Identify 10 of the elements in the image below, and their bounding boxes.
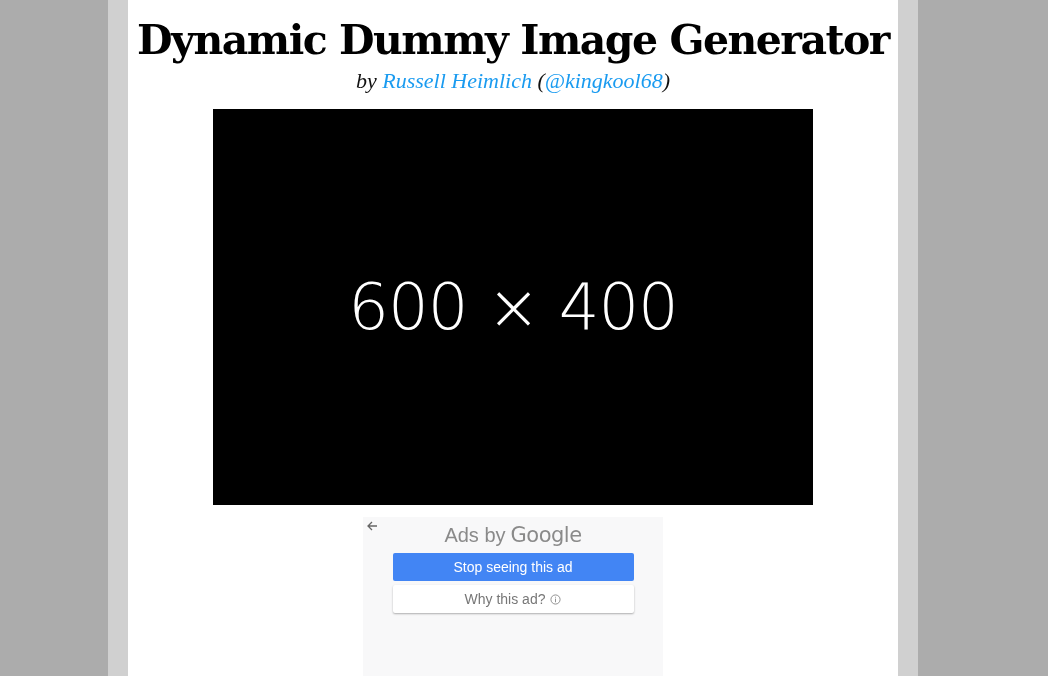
back-arrow-icon[interactable] (366, 520, 378, 533)
ads-label: Ads by (444, 524, 506, 548)
info-icon (550, 593, 562, 605)
why-ad-button[interactable]: Why this ad? (392, 585, 634, 614)
byline: by Russell Heimlich (@kingkool68) (355, 67, 671, 95)
image-size-label: 600 × 400 (348, 275, 678, 340)
author-link[interactable]: Russell Heimlich (382, 68, 532, 93)
page-title: Dynamic Dummy Image Generator (137, 15, 889, 66)
stop-ad-button[interactable]: Stop seeing this ad (392, 553, 634, 582)
brand-logo: Google (510, 523, 582, 548)
